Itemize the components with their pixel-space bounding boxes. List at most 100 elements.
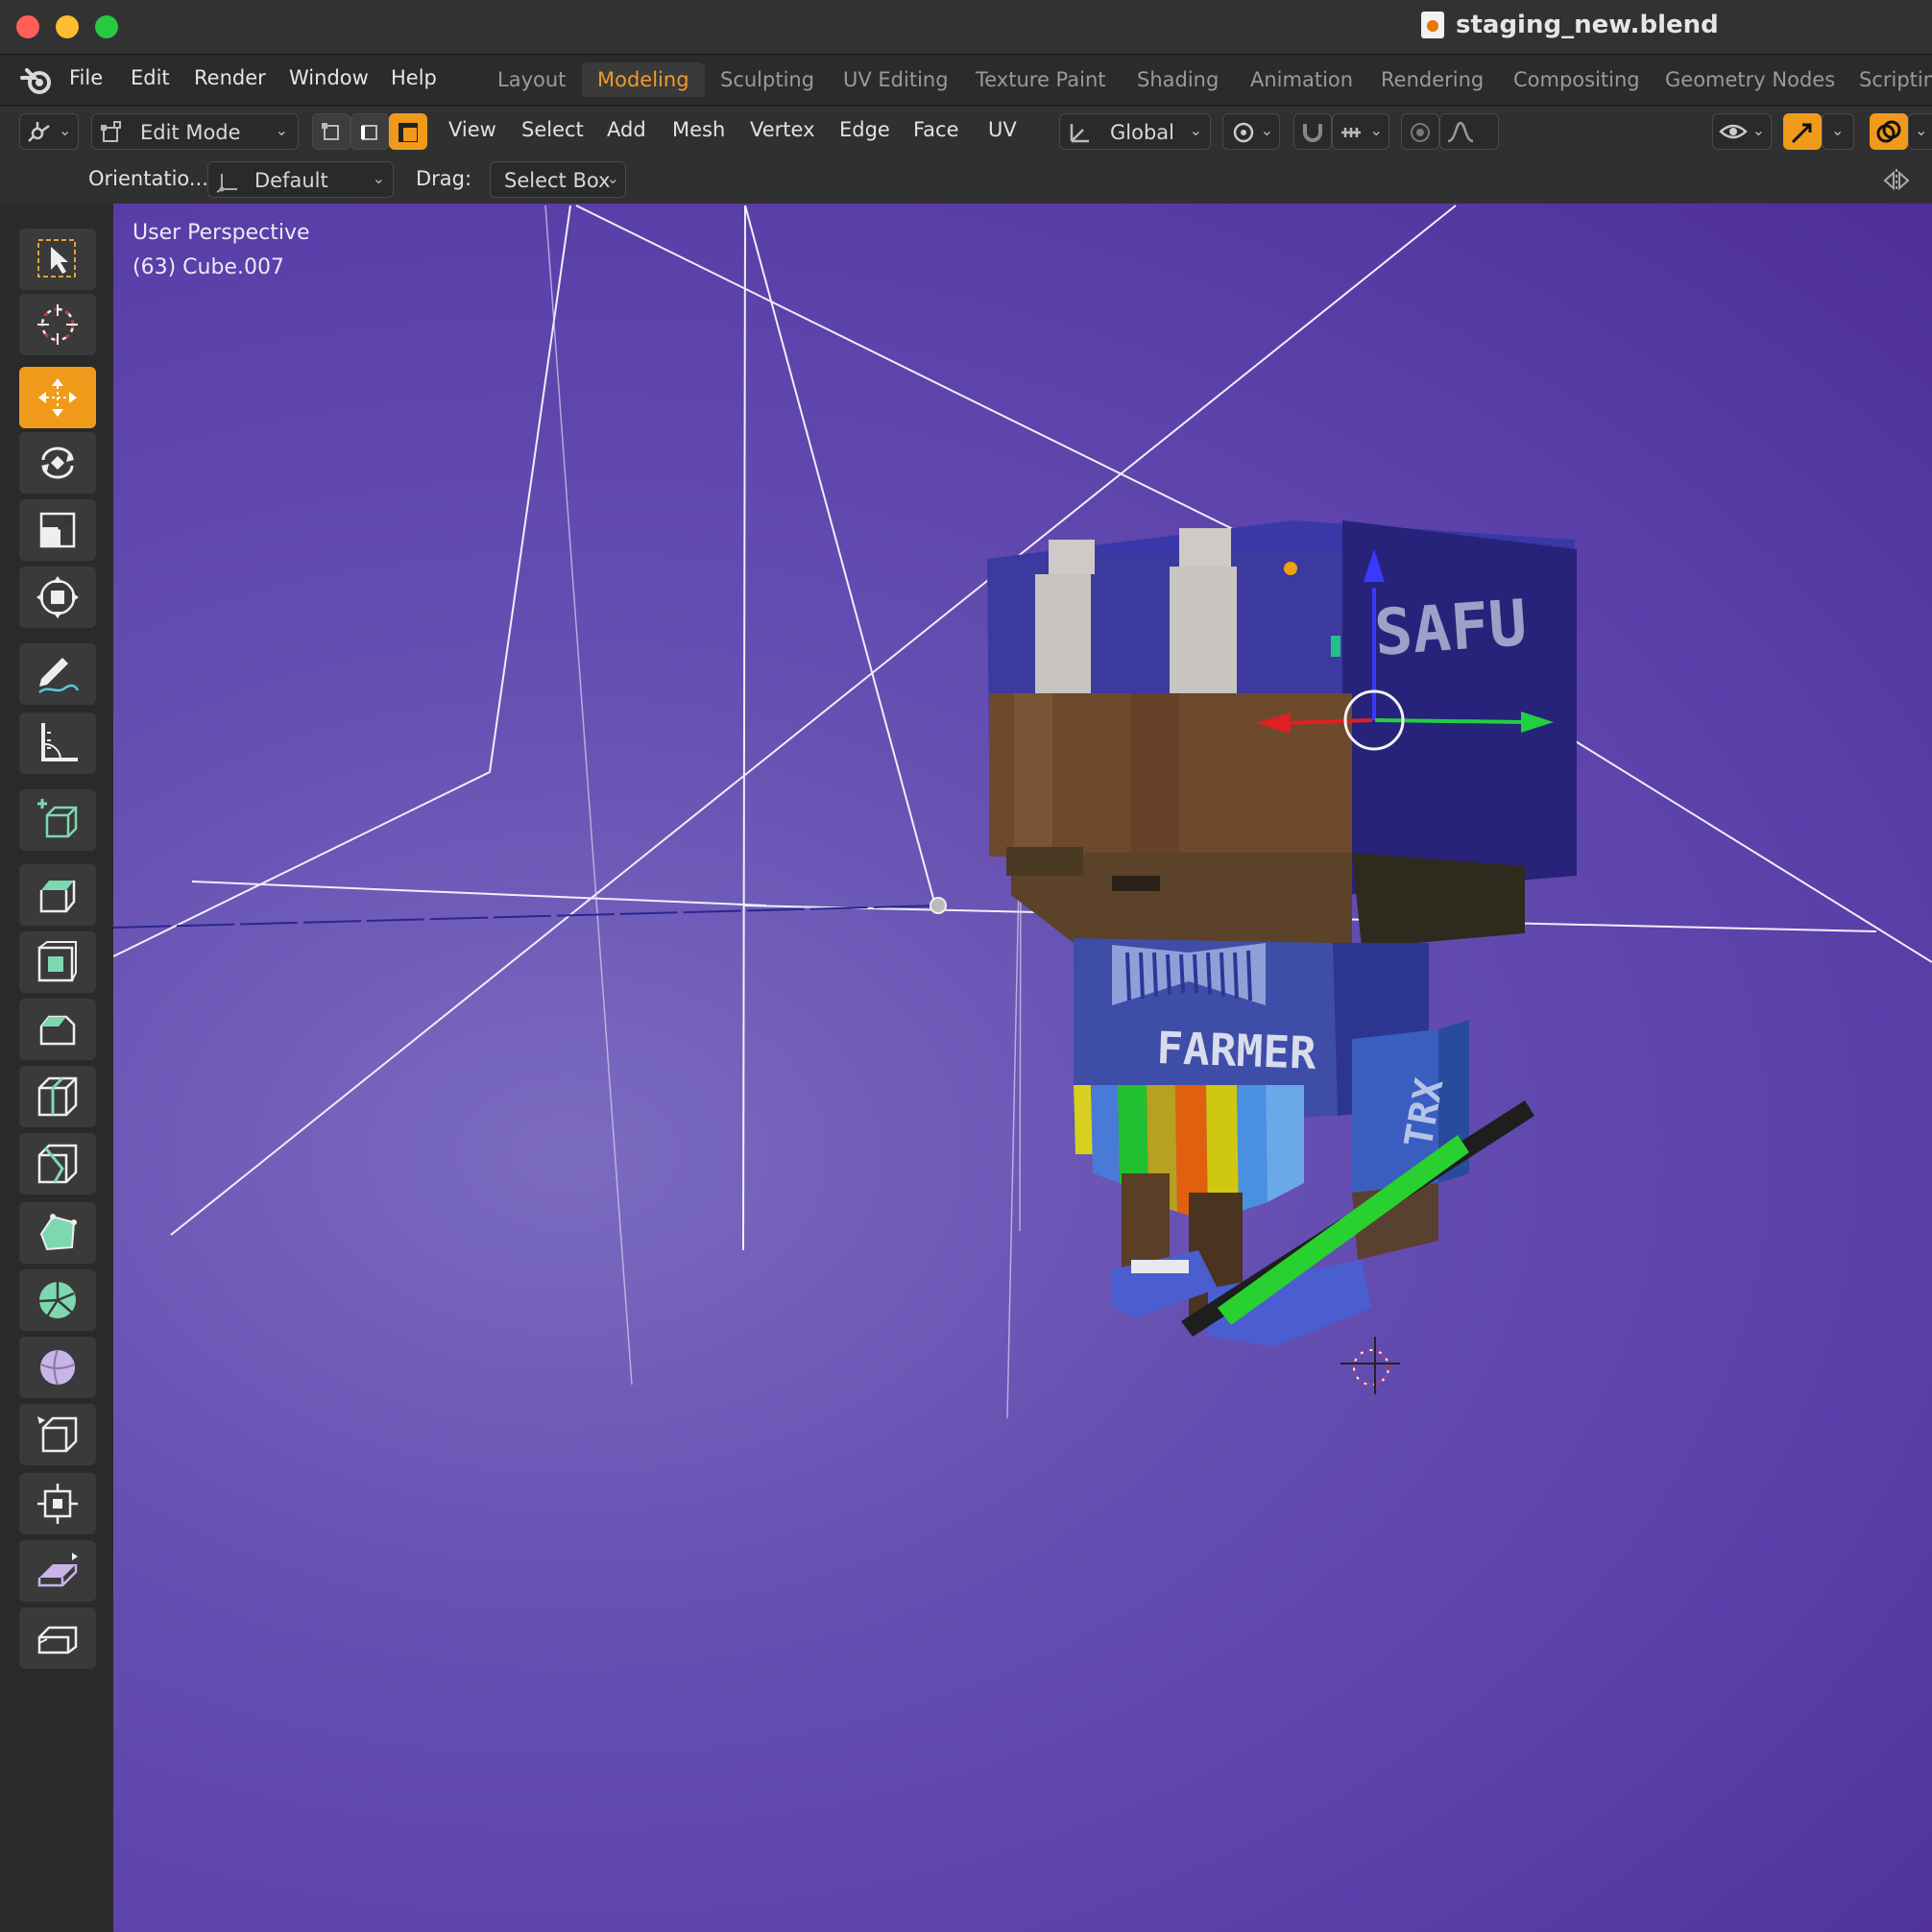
- tool-extrude[interactable]: [19, 864, 96, 926]
- snap-target-dropdown[interactable]: ⌄: [1332, 113, 1389, 150]
- menu-edge[interactable]: Edge: [839, 118, 890, 141]
- tool-knife[interactable]: [19, 1133, 96, 1195]
- 3d-viewport-icon: [28, 122, 50, 142]
- viewport-header: ⌄ Edit Mode ⌄ View Select Add Mesh Verte…: [0, 106, 1932, 157]
- mirror-icon[interactable]: [1882, 167, 1911, 194]
- tool-rip[interactable]: [19, 1607, 96, 1669]
- chevron-down-icon: ⌄: [1751, 121, 1765, 139]
- tool-bevel[interactable]: [19, 999, 96, 1060]
- transform-orientation-dropdown[interactable]: Global ⌄: [1059, 113, 1211, 150]
- orientation-dropdown[interactable]: Default ⌄: [207, 161, 394, 198]
- drag-label: Drag:: [416, 167, 472, 190]
- mode-label: Edit Mode: [140, 121, 241, 144]
- menu-uv[interactable]: UV: [988, 118, 1017, 141]
- selected-vertex-marker: [1284, 562, 1297, 575]
- select-box-icon: [37, 239, 76, 278]
- tab-texture-paint[interactable]: Texture Paint: [960, 62, 1122, 97]
- tool-loop-cut[interactable]: [19, 1066, 96, 1127]
- tool-transform[interactable]: [19, 567, 96, 628]
- chevron-down-icon: ⌄: [1189, 121, 1202, 139]
- tool-scale[interactable]: [19, 499, 96, 561]
- tool-inset[interactable]: [19, 931, 96, 993]
- menu-add[interactable]: Add: [607, 118, 646, 141]
- tool-poly-build[interactable]: [19, 1202, 96, 1264]
- pivot-point-dropdown[interactable]: ⌄: [1222, 113, 1280, 150]
- falloff-curve-icon: [1447, 121, 1474, 143]
- menu-mesh[interactable]: Mesh: [672, 118, 725, 141]
- show-overlays-button[interactable]: [1870, 113, 1908, 150]
- menu-render[interactable]: Render: [194, 66, 266, 89]
- tab-scripting[interactable]: Scriptin: [1844, 62, 1932, 97]
- gizmo-dropdown[interactable]: ⌄: [1822, 113, 1854, 150]
- minimize-window-button[interactable]: [56, 15, 79, 38]
- menu-face[interactable]: Face: [913, 118, 959, 141]
- chevron-down-icon: ⌄: [1915, 121, 1928, 139]
- proportional-editing-icon: [1411, 123, 1430, 142]
- edge-select-mode-button[interactable]: [350, 113, 389, 150]
- hat-print-text: SAFU: [1372, 586, 1530, 670]
- chevron-down-icon: ⌄: [275, 121, 288, 139]
- tool-annotate[interactable]: [19, 643, 96, 705]
- 3d-viewport[interactable]: User Perspective (63) Cube.007 FARMER SA…: [113, 204, 1932, 1932]
- shear-icon: [37, 1553, 78, 1587]
- menu-view[interactable]: View: [448, 118, 496, 141]
- tab-compositing[interactable]: Compositing: [1498, 62, 1655, 97]
- menu-help[interactable]: Help: [391, 66, 437, 89]
- chevron-down-icon: ⌄: [606, 169, 619, 187]
- 3d-cursor[interactable]: [1340, 1337, 1400, 1394]
- drag-dropdown[interactable]: Select Box ⌄: [490, 161, 626, 198]
- tab-modeling[interactable]: Modeling: [582, 62, 705, 97]
- tab-geometry-nodes[interactable]: Geometry Nodes: [1650, 62, 1850, 97]
- tab-sculpting[interactable]: Sculpting: [705, 62, 830, 97]
- mode-dropdown[interactable]: Edit Mode ⌄: [91, 113, 299, 150]
- loop-cut-icon: [37, 1076, 78, 1117]
- proportional-editing-button[interactable]: [1401, 113, 1439, 150]
- menu-select[interactable]: Select: [521, 118, 584, 141]
- orientation-label: Orientatio...: [88, 167, 208, 190]
- menu-file[interactable]: File: [69, 66, 103, 89]
- tool-measure[interactable]: [19, 712, 96, 774]
- tool-add-cube[interactable]: [19, 789, 96, 851]
- tool-spin[interactable]: [19, 1269, 96, 1331]
- tab-animation[interactable]: Animation: [1235, 62, 1368, 97]
- menu-edit[interactable]: Edit: [131, 66, 170, 89]
- tool-edge-slide[interactable]: [19, 1404, 96, 1465]
- tool-select-box[interactable]: [19, 229, 96, 290]
- tool-rotate[interactable]: [19, 432, 96, 494]
- window-title-text: staging_new.blend: [1456, 11, 1719, 39]
- object-visibility-dropdown[interactable]: ⌄: [1712, 113, 1772, 150]
- maximize-window-button[interactable]: [95, 15, 118, 38]
- add-cube-icon: [37, 799, 78, 838]
- vertex-select-mode-button[interactable]: [312, 113, 350, 150]
- x-axis-line: [113, 905, 940, 929]
- tool-shrink-fatten[interactable]: [19, 1473, 96, 1534]
- viewport-scene: FARMER SAFU TRX: [113, 205, 1932, 1419]
- blender-logo-icon[interactable]: [19, 64, 54, 97]
- vertex-select-icon: [322, 123, 339, 140]
- tab-shading[interactable]: Shading: [1122, 62, 1234, 97]
- extrude-icon: [39, 881, 76, 913]
- menu-vertex[interactable]: Vertex: [750, 118, 815, 141]
- tab-layout[interactable]: Layout: [482, 62, 581, 97]
- proportional-falloff-dropdown[interactable]: [1439, 113, 1499, 150]
- tool-move[interactable]: [19, 367, 96, 428]
- snap-toggle-button[interactable]: [1293, 113, 1332, 150]
- editor-type-dropdown[interactable]: ⌄: [19, 113, 79, 150]
- selected-face-marker: [1331, 636, 1340, 657]
- overlays-icon: [1876, 120, 1901, 143]
- tool-shear[interactable]: [19, 1540, 96, 1602]
- light-origin: [930, 897, 947, 914]
- overlays-dropdown[interactable]: ⌄: [1908, 113, 1932, 150]
- close-window-button[interactable]: [16, 15, 39, 38]
- tool-smooth[interactable]: [19, 1337, 96, 1398]
- menu-window[interactable]: Window: [289, 66, 369, 89]
- light-wireframe: [544, 205, 1022, 1419]
- measure-icon: [41, 723, 78, 761]
- eye-icon: [1719, 124, 1748, 139]
- face-select-mode-button[interactable]: [389, 113, 427, 150]
- tool-cursor[interactable]: [19, 294, 96, 355]
- tab-rendering[interactable]: Rendering: [1365, 62, 1499, 97]
- tab-uv-editing[interactable]: UV Editing: [828, 62, 964, 97]
- orientation-value: Default: [254, 169, 328, 192]
- show-gizmo-button[interactable]: [1783, 113, 1822, 150]
